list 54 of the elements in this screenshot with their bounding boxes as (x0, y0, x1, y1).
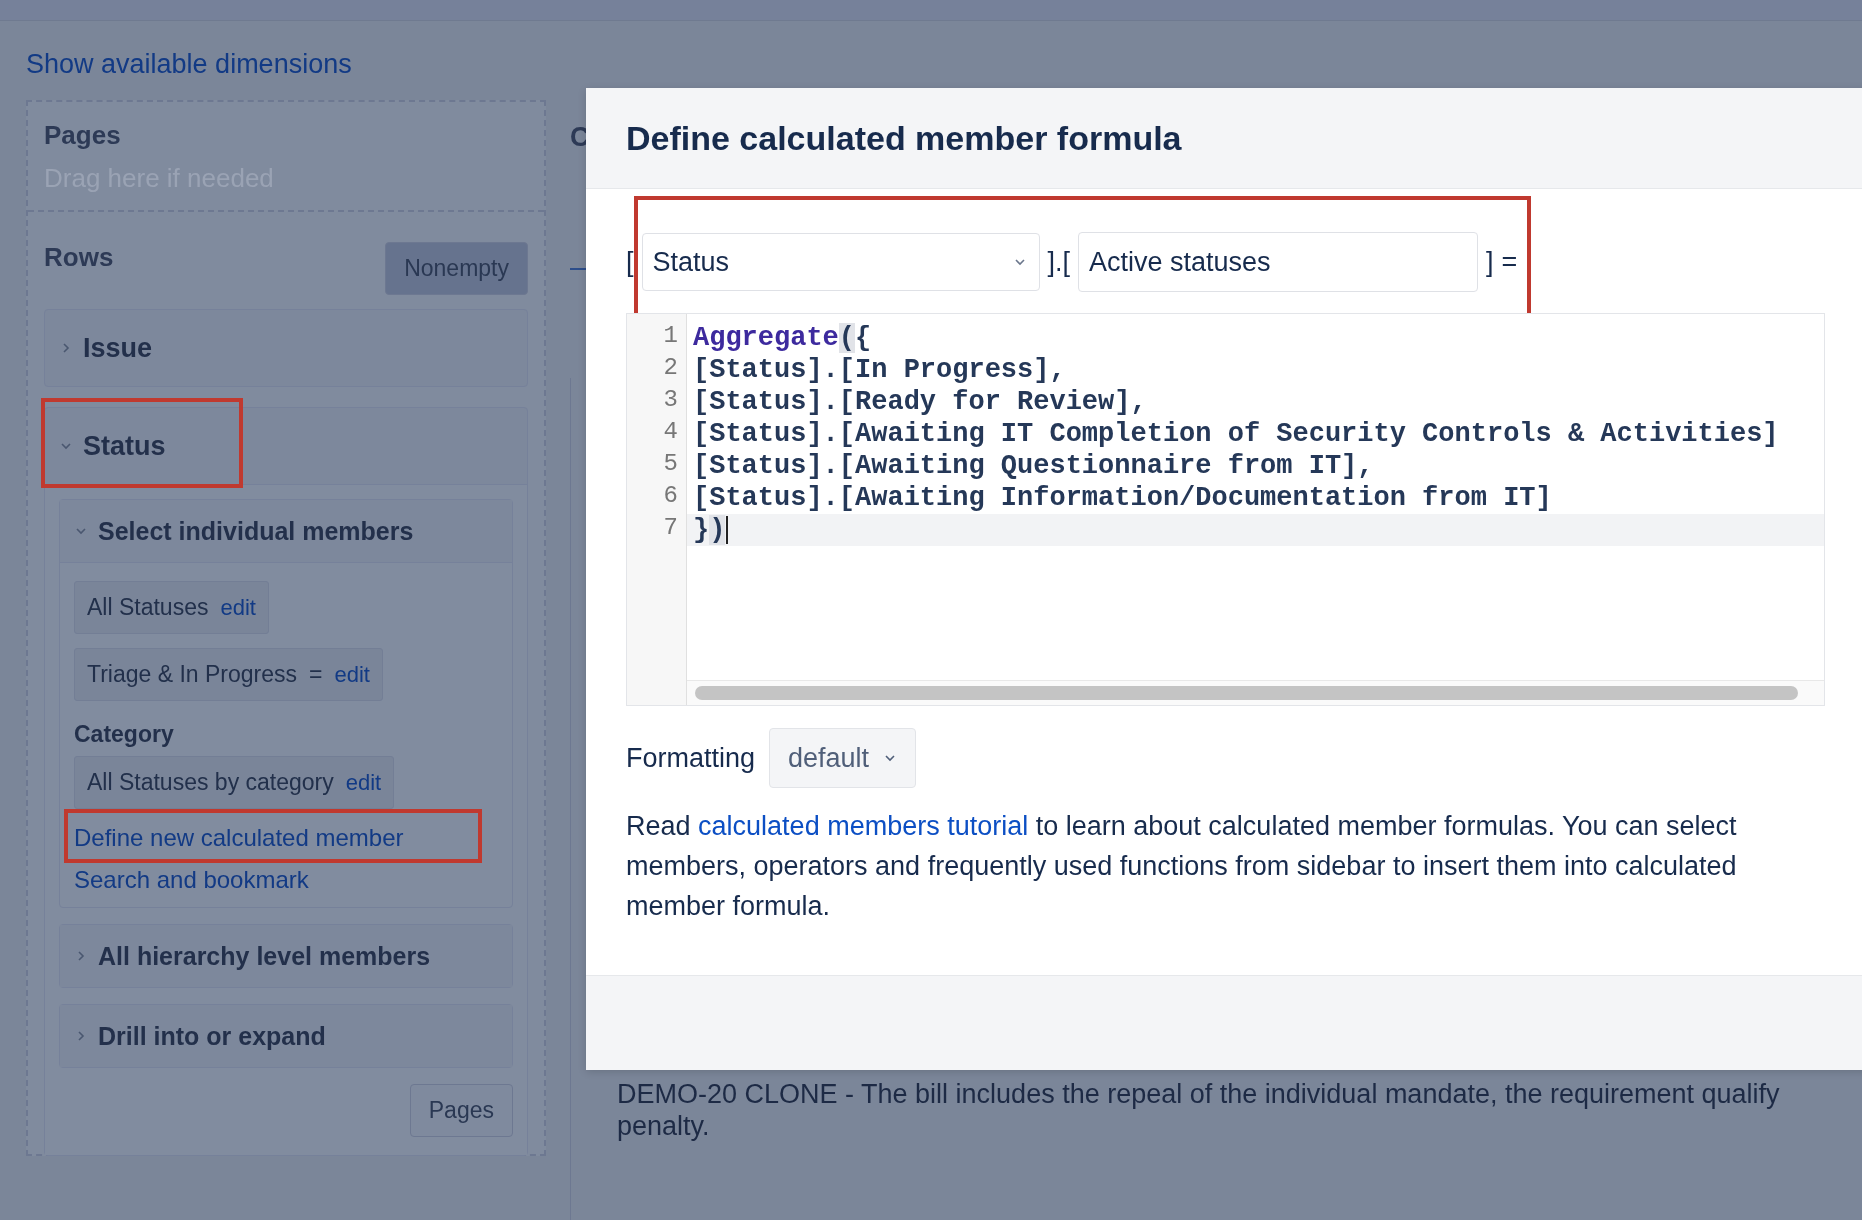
member-name-field[interactable]: Active statuses (1078, 232, 1479, 292)
section-header[interactable]: Drill into or expand (60, 1005, 512, 1067)
text-cursor (726, 516, 729, 544)
dimension-name: Issue (83, 332, 153, 364)
equals-label: = (1501, 246, 1518, 278)
line-number: 3 (662, 386, 679, 415)
member-label: All Statuses by category (87, 769, 334, 796)
edit-link[interactable]: edit (220, 594, 256, 621)
tutorial-link[interactable]: calculated members tutorial (698, 811, 1029, 841)
section-name: All hierarchy level members (98, 941, 431, 971)
separator-label: ].[ (1047, 246, 1071, 278)
issue-description: DEMO-20 CLONE - The bill includes the repeal of the individual mandate, the requirement qualify (617, 1078, 1781, 1110)
line-number: 4 (662, 418, 679, 447)
bracket-label: ] (1486, 246, 1494, 278)
code-line: [Status].[In Progress], (692, 354, 1067, 386)
group-title: Category (74, 721, 175, 748)
dimension-header[interactable]: Status (45, 408, 527, 484)
code-line: [Status].[Awaiting IT Completion of Security Controls & Activities] (692, 418, 1780, 450)
section-title: Pages (44, 120, 122, 151)
section-header[interactable]: All hierarchy level members (60, 925, 512, 987)
formatting-select[interactable]: default (769, 728, 917, 788)
section-name: Select individual members (98, 516, 414, 546)
help-text: Read calculated members tutorial to learn about calculated member formulas. You can select members, operators and frequently used functions from sidebar to insert them into calculated member formula. (626, 810, 1738, 923)
pages-button[interactable]: Pages (409, 1084, 513, 1137)
issue-description: penalty. (617, 1110, 711, 1142)
line-number: 1 (662, 322, 679, 351)
action-link[interactable]: Search and bookmark (74, 865, 309, 895)
dimension-name: Status (83, 430, 166, 462)
bracket-label: [ (626, 246, 634, 278)
dimension-header[interactable]: Issue (45, 310, 527, 386)
section-title: Rows (44, 242, 114, 273)
dialog-title: Define calculated member formula (586, 88, 1862, 189)
line-number: 6 (662, 482, 679, 511)
scrollbar-thumb[interactable] (695, 686, 1798, 700)
dimension-select[interactable]: Status (641, 233, 1040, 291)
operator-label: = (309, 661, 323, 688)
section-name: Drill into or expand (98, 1021, 326, 1051)
edit-link[interactable]: edit (345, 769, 382, 796)
line-number: 5 (662, 450, 679, 479)
code-line: [Status].[Awaiting Questionnaire from IT], (692, 450, 1375, 482)
formatting-label: Formatting (626, 742, 756, 774)
nonempty-button[interactable]: Nonempty (385, 242, 528, 295)
line-number: 2 (662, 354, 679, 383)
code-line: [Status].[Awaiting Information/Documentation from IT] (692, 482, 1553, 514)
code-line: [Status].[Ready for Review], (692, 386, 1148, 418)
member-label: All Statuses (87, 594, 209, 621)
action-link[interactable]: Define new calculated member (74, 823, 404, 853)
show-dimensions-link[interactable]: Show available dimensions (26, 49, 352, 80)
line-number: 7 (662, 514, 679, 543)
member-label: Triage & In Progress (87, 661, 298, 688)
formula-editor[interactable] (626, 313, 1825, 706)
code-line: Aggregate({ (692, 322, 873, 354)
section-header[interactable]: Select individual members (60, 500, 512, 562)
edit-link[interactable]: edit (334, 661, 370, 688)
